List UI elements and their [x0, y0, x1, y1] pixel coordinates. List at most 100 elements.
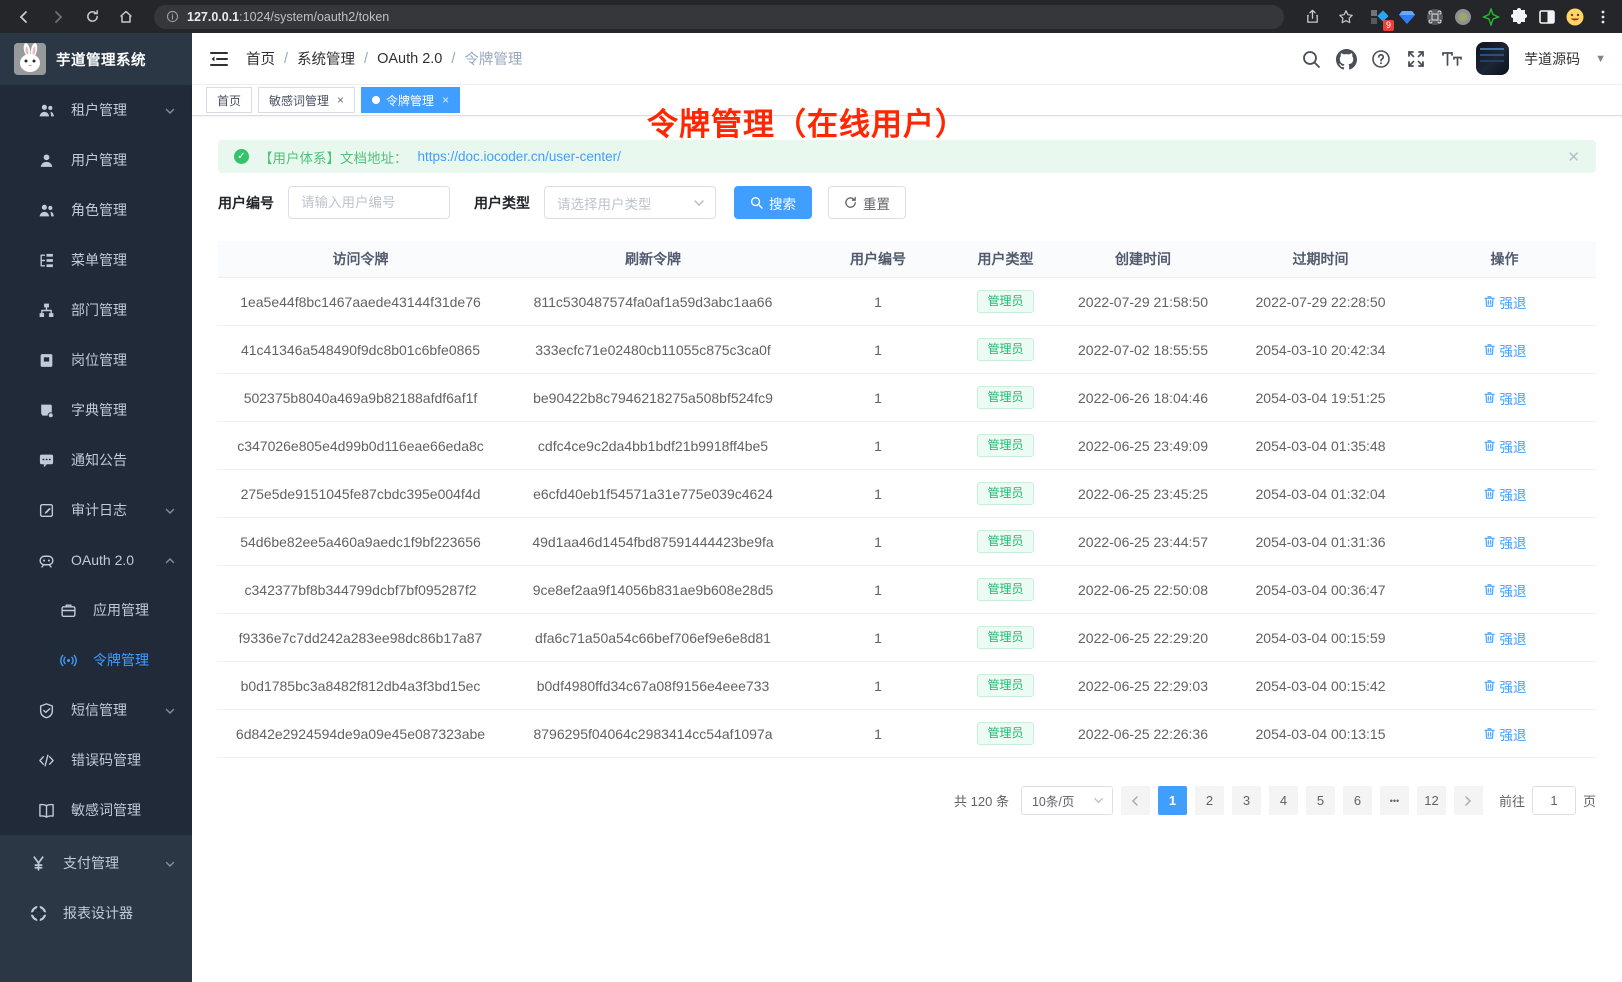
share-icon[interactable] [1298, 3, 1326, 31]
side-panel-icon[interactable] [1538, 8, 1556, 26]
search-button[interactable]: 搜索 [734, 186, 812, 219]
search-icon[interactable] [1301, 49, 1321, 69]
puzzle-extension-icon[interactable] [1510, 8, 1528, 26]
sidebar-item-通知公告[interactable]: 通知公告 [0, 435, 192, 485]
expire-time-cell: 2054-03-10 20:42:34 [1228, 342, 1413, 358]
force-logout-button[interactable]: 强退 [1483, 292, 1527, 312]
sidebar-item-岗位管理[interactable]: 岗位管理 [0, 335, 192, 385]
table-row: b0d1785bc3a8482f812db4a3f3bd15ecb0df4980… [218, 662, 1596, 710]
url-bar[interactable]: 127.0.0.1:1024/system/oauth2/token [154, 5, 1284, 29]
page-button-12[interactable]: 12 [1417, 786, 1446, 815]
sidebar-item-角色管理[interactable]: 角色管理 [0, 185, 192, 235]
top-navbar: 首页/系统管理/OAuth 2.0/令牌管理 芋道源码 [192, 33, 1622, 85]
tab-label: 令牌管理 [386, 92, 434, 109]
sidebar-item-租户管理[interactable]: 租户管理 [0, 85, 192, 135]
force-logout-button[interactable]: 强退 [1483, 580, 1527, 600]
sidebar-item-令牌管理[interactable]: 令牌管理 [0, 635, 192, 685]
home-icon[interactable] [112, 3, 140, 31]
user-id-input[interactable] [288, 186, 450, 219]
refresh-token-cell: cdfc4ce9c2da4bb1bdf21b9918ff4be5 [503, 438, 803, 454]
force-logout-button[interactable]: 强退 [1483, 676, 1527, 696]
breadcrumb-item[interactable]: OAuth 2.0 [377, 51, 442, 67]
prev-page-button[interactable] [1121, 786, 1150, 815]
help-icon[interactable] [1371, 49, 1391, 69]
yen-icon [30, 855, 47, 872]
next-page-button[interactable] [1454, 786, 1483, 815]
doc-alert: ✓ 【用户体系】文档地址： https://doc.iocoder.cn/use… [218, 140, 1596, 173]
select-chevron-down-icon [693, 197, 705, 209]
sidebar-item-部门管理[interactable]: 部门管理 [0, 285, 192, 335]
alert-close-icon[interactable]: ✕ [1567, 148, 1580, 166]
sidebar-item-OAuth 2.0[interactable]: OAuth 2.0 [0, 535, 192, 585]
sidebar-item-用户管理[interactable]: 用户管理 [0, 135, 192, 185]
page-size-select[interactable]: 10条/页 [1021, 786, 1113, 815]
page-button-1[interactable]: 1 [1158, 786, 1187, 815]
sidebar-item-错误码管理[interactable]: 错误码管理 [0, 735, 192, 785]
profile-emoji-avatar[interactable] [1566, 8, 1584, 26]
sidebar-item-短信管理[interactable]: 短信管理 [0, 685, 192, 735]
page-button-4[interactable]: 4 [1269, 786, 1298, 815]
active-tab-dot [372, 96, 380, 104]
forward-icon[interactable] [44, 3, 72, 31]
column-header: 用户编号 [803, 249, 953, 269]
page-button-3[interactable]: 3 [1232, 786, 1261, 815]
force-logout-button[interactable]: 强退 [1483, 724, 1527, 744]
command-extension-icon[interactable] [1426, 8, 1444, 26]
tab-令牌管理[interactable]: 令牌管理 × [361, 87, 460, 113]
sidebar-collapse-icon[interactable] [208, 48, 230, 70]
sidebar-menu-base: 支付管理报表设计器 [0, 835, 192, 982]
browser-menu-kebab-icon[interactable] [1594, 8, 1612, 26]
tab-敏感词管理[interactable]: 敏感词管理× [258, 87, 355, 113]
column-header: 访问令牌 [218, 249, 503, 269]
force-logout-button[interactable]: 强退 [1483, 340, 1527, 360]
sidebar-item-应用管理[interactable]: 应用管理 [0, 585, 192, 635]
extension-grid-icon[interactable]: 9 [1370, 8, 1388, 26]
fullscreen-icon[interactable] [1406, 49, 1426, 69]
force-logout-button[interactable]: 强退 [1483, 532, 1527, 552]
tab-close-icon[interactable]: × [337, 93, 344, 107]
app-logo-row[interactable]: 芋道管理系统 [0, 33, 192, 85]
username: 芋道源码 [1524, 49, 1580, 69]
page-button-5[interactable]: 5 [1306, 786, 1335, 815]
goto-page-input[interactable] [1532, 786, 1576, 815]
bookmark-star-icon[interactable] [1332, 3, 1360, 31]
token-table: 访问令牌刷新令牌用户编号用户类型创建时间过期时间操作 1ea5e44f8bc14… [218, 241, 1596, 758]
user-caret-down-icon[interactable]: ▼ [1595, 53, 1606, 65]
reload-icon[interactable] [78, 3, 106, 31]
user-type-select[interactable]: 请选择用户类型 [544, 186, 716, 219]
user-avatar[interactable] [1476, 42, 1509, 75]
sidebar-item-敏感词管理[interactable]: 敏感词管理 [0, 785, 192, 835]
sidebar-item-字典管理[interactable]: 字典管理 [0, 385, 192, 435]
back-icon[interactable] [10, 3, 38, 31]
force-logout-button[interactable]: 强退 [1483, 388, 1527, 408]
page-info-icon[interactable] [166, 10, 179, 23]
user-type-cell: 管理员 [953, 578, 1058, 600]
user-type-tag: 管理员 [977, 386, 1033, 408]
page-ellipsis[interactable]: ••• [1380, 786, 1409, 815]
expire-time-cell: 2054-03-04 01:35:48 [1228, 438, 1413, 454]
user-type-tag: 管理员 [977, 290, 1033, 312]
force-logout-button[interactable]: 强退 [1483, 436, 1527, 456]
alert-doc-link[interactable]: https://doc.iocoder.cn/user-center/ [418, 149, 621, 164]
user-type-tag: 管理员 [977, 626, 1033, 648]
breadcrumb-item[interactable]: 首页 [246, 48, 275, 69]
gem-extension-icon[interactable] [1398, 8, 1416, 26]
github-icon[interactable] [1336, 49, 1356, 69]
tab-close-icon[interactable]: × [442, 93, 449, 107]
table-row: 275e5de9151045fe87cbdc395e004f4de6cfd40e… [218, 470, 1596, 518]
page-button-2[interactable]: 2 [1195, 786, 1224, 815]
font-size-icon[interactable] [1441, 49, 1461, 69]
breadcrumb-item[interactable]: 系统管理 [297, 48, 355, 69]
dot-extension-icon[interactable] [1454, 8, 1472, 26]
sidebar-item-报表设计器[interactable]: 报表设计器 [0, 888, 192, 938]
reset-button[interactable]: 重置 [828, 186, 906, 219]
sidebar-item-审计日志[interactable]: 审计日志 [0, 485, 192, 535]
sidebar-item-菜单管理[interactable]: 菜单管理 [0, 235, 192, 285]
force-logout-button[interactable]: 强退 [1483, 628, 1527, 648]
star-extension-icon[interactable] [1482, 8, 1500, 26]
tab-首页[interactable]: 首页 [206, 87, 252, 113]
page-button-6[interactable]: 6 [1343, 786, 1372, 815]
table-header-row: 访问令牌刷新令牌用户编号用户类型创建时间过期时间操作 [218, 241, 1596, 278]
sidebar-item-支付管理[interactable]: 支付管理 [0, 838, 192, 888]
force-logout-button[interactable]: 强退 [1483, 484, 1527, 504]
